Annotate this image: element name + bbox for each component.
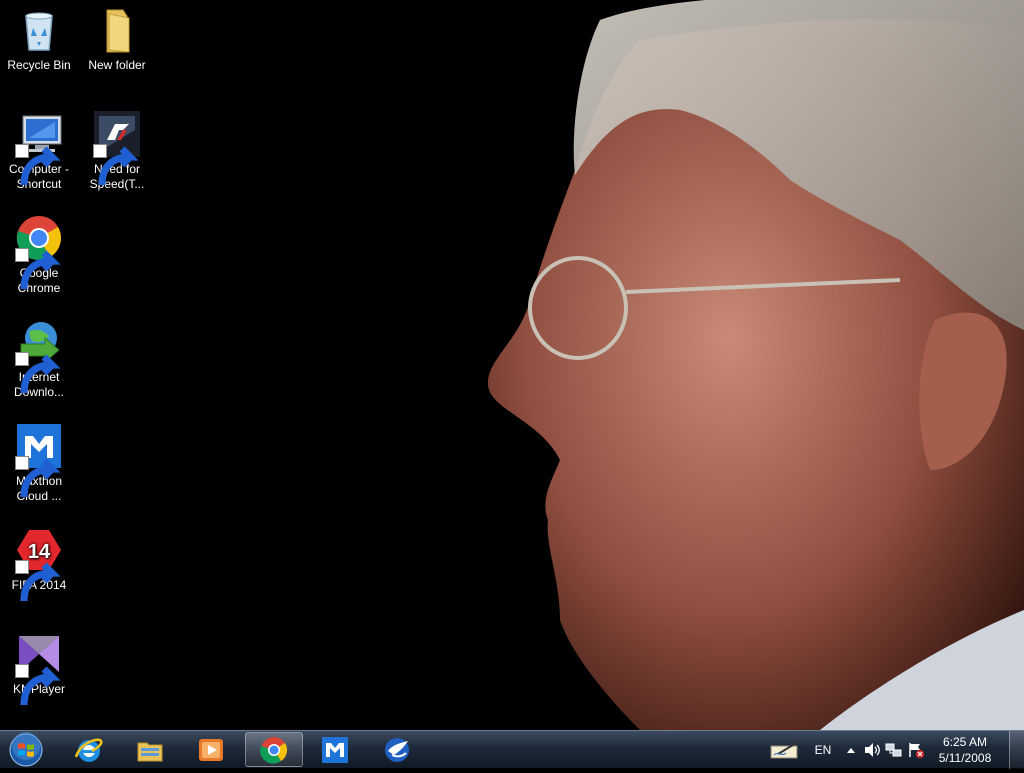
language-indicator[interactable]: EN	[808, 731, 838, 769]
fifa-2014-icon: 14	[15, 526, 63, 602]
show-hidden-icons-button[interactable]	[844, 731, 858, 769]
shortcut-arrow-icon	[15, 560, 61, 602]
recycle-bin-icon	[15, 6, 63, 54]
shortcut-arrow-icon	[15, 456, 61, 498]
taskbar: EN 6:25 AM 5/11/2008	[0, 730, 1024, 769]
system-tray: EN 6:25 AM 5/11/2008	[754, 731, 1024, 769]
computer-icon	[15, 110, 63, 186]
network-button[interactable]	[884, 731, 904, 769]
desktop-icon-new-folder[interactable]: New folder	[80, 6, 154, 73]
tablet-input-icon	[770, 741, 799, 759]
desktop-icon-label: Recycle Bin	[7, 58, 71, 72]
speaker-icon	[865, 743, 880, 757]
chrome-icon	[15, 214, 63, 290]
shortcut-arrow-icon	[15, 352, 61, 394]
chevron-up-icon	[847, 748, 855, 753]
desktop-icon-google-chrome[interactable]: Google Chrome	[2, 214, 76, 296]
desktop-icon-kmplayer[interactable]: KMPlayer	[2, 630, 76, 706]
action-center-button[interactable]	[906, 731, 926, 769]
desktop-icon-fifa-2014[interactable]: 14 FIFA 2014	[2, 526, 76, 602]
bird-app-icon	[385, 737, 409, 762]
maxthon-icon	[322, 736, 348, 763]
taskbar-windows-explorer[interactable]	[121, 732, 179, 767]
shortcut-arrow-icon	[15, 248, 61, 290]
start-button[interactable]	[6, 732, 46, 768]
tray-pen-input[interactable]	[768, 731, 804, 769]
taskbar-internet-explorer[interactable]	[60, 732, 118, 767]
shortcut-arrow-icon	[15, 144, 61, 186]
desktop[interactable]: Recycle Bin New folder Computer - Shortc…	[0, 0, 1024, 730]
show-desktop-button[interactable]	[1009, 731, 1024, 769]
internet-explorer-icon	[74, 738, 103, 762]
language-label: EN	[814, 743, 832, 757]
svg-text:14: 14	[28, 541, 51, 563]
chrome-icon	[260, 736, 288, 764]
flag-alert-icon	[909, 743, 924, 758]
desktop-icon-internet-download-manager[interactable]: Internet Downlo...	[2, 318, 76, 400]
desktop-icon-computer-shortcut[interactable]: Computer - Shortcut	[2, 110, 76, 192]
taskbar-maxthon[interactable]	[306, 732, 364, 767]
taskbar-google-chrome[interactable]	[245, 732, 303, 767]
desktop-icon-label: New folder	[88, 58, 146, 72]
maxthon-icon	[15, 422, 63, 498]
network-icon	[885, 743, 902, 757]
need-for-speed-icon	[93, 110, 141, 186]
desktop-icon-need-for-speed[interactable]: Need for Speed(T...	[80, 110, 154, 192]
taskbar-bird-app[interactable]	[368, 732, 426, 767]
clock-time: 6:25 AM	[942, 735, 988, 749]
desktop-icon-recycle-bin[interactable]: Recycle Bin	[2, 6, 76, 73]
media-player-icon	[199, 738, 223, 761]
clock-date: 5/11/2008	[938, 751, 992, 765]
folder-icon	[93, 6, 141, 54]
windows-logo-icon	[9, 732, 43, 767]
kmplayer-icon	[15, 630, 63, 706]
desktop-icon-maxthon[interactable]: Maxthon Cloud ...	[2, 422, 76, 504]
taskbar-media-player[interactable]	[182, 732, 240, 767]
internet-download-manager-icon	[15, 318, 63, 394]
volume-button[interactable]	[862, 731, 882, 769]
windows-explorer-icon	[137, 742, 163, 761]
shortcut-arrow-icon	[15, 664, 61, 706]
shortcut-arrow-icon	[93, 144, 139, 186]
